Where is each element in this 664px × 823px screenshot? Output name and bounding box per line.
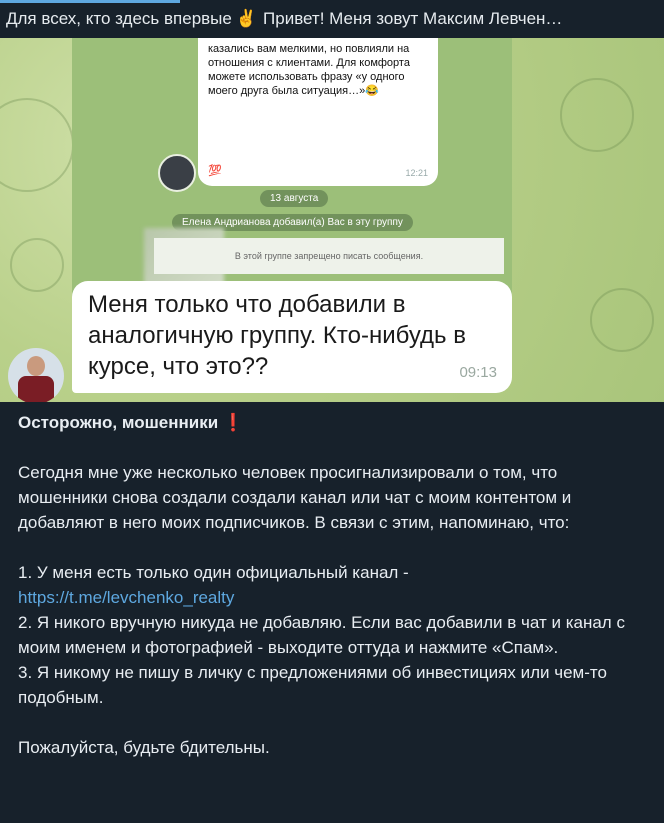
avatar-body xyxy=(18,376,54,402)
background-doodle xyxy=(0,98,74,192)
victory-hand-icon: ✌ xyxy=(235,9,258,28)
post-body: Осторожно, мошенники ❗ Сегодня мне уже н… xyxy=(18,402,648,760)
post-item-2: 2. Я никого вручную никуда не добавляю. … xyxy=(18,613,625,657)
screenshot-message: казались вам мелкими, но повлияли на отн… xyxy=(198,38,438,186)
message-time: 09:13 xyxy=(459,364,497,381)
post-image[interactable]: казались вам мелкими, но повлияли на отн… xyxy=(0,38,664,402)
screenshot-avatar xyxy=(158,154,196,192)
pinned-text: Для всех, кто здесь впервые xyxy=(6,9,232,28)
message-bubble: Меня только что добавили в аналогичную г… xyxy=(72,281,512,393)
exclamation-icon: ❗ xyxy=(222,413,245,432)
post-title: Осторожно, мошенники ❗ xyxy=(18,410,648,435)
avatar-head xyxy=(27,356,45,376)
post-title-text: Осторожно, мошенники xyxy=(18,413,219,432)
pinned-message-bar[interactable]: Для всех, кто здесь впервые ✌ Привет! Меня… xyxy=(0,0,664,38)
background-doodle xyxy=(10,238,64,292)
screenshot-message-text: казались вам мелкими, но повлияли на отн… xyxy=(208,43,410,97)
pinned-indicator xyxy=(0,0,180,3)
restriction-notice: В этой группе запрещено писать сообщения… xyxy=(154,238,504,274)
screenshot-message-time: 12:21 xyxy=(405,168,428,178)
date-separator: 13 августа xyxy=(260,190,329,207)
post-item-1-text: 1. У меня есть только один официальный к… xyxy=(18,563,409,582)
post-intro: Сегодня мне уже несколько человек просиг… xyxy=(18,463,572,532)
pinned-greeting: Привет! Меня зовут Максим Левчен… xyxy=(263,9,563,28)
background-doodle xyxy=(590,288,654,352)
post-closing: Пожалуйста, будьте бдительны. xyxy=(18,738,270,757)
channel-link[interactable]: https://t.me/levchenko_realty xyxy=(18,588,234,607)
background-doodle xyxy=(560,78,634,152)
post-item-1: 1. У меня есть только один официальный к… xyxy=(18,560,648,610)
avatar[interactable] xyxy=(8,348,64,402)
message-text: Меня только что добавили в аналогичную г… xyxy=(88,291,466,380)
embedded-screenshot: казались вам мелкими, но повлияли на отн… xyxy=(72,38,512,308)
post-item-3: 3. Я никому не пишу в личку с предложени… xyxy=(18,663,607,707)
hundred-points-icon: 💯 xyxy=(208,165,222,177)
